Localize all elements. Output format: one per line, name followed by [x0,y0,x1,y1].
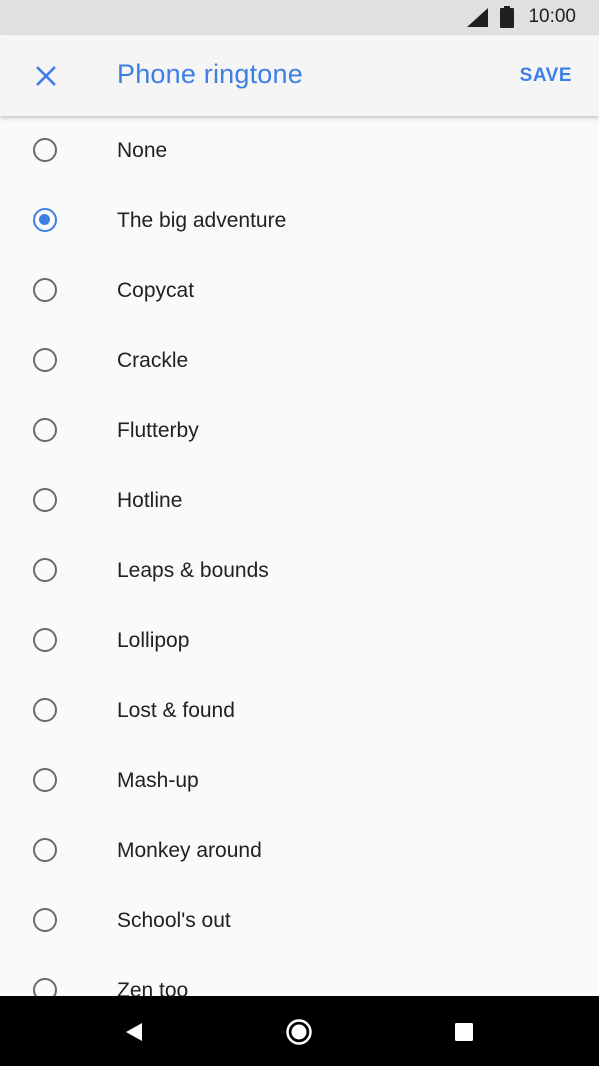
ringtone-label: Lost & found [117,699,235,722]
ringtone-label: Zen too [117,979,189,996]
radio-button[interactable] [33,838,57,862]
back-button[interactable] [112,1010,156,1054]
ringtone-label: Mash-up [117,769,199,792]
signal-icon [467,8,488,27]
battery-icon [500,6,514,28]
radio-button[interactable] [33,138,57,162]
ringtone-label: Flutterby [117,419,199,442]
list-item[interactable]: Hotline [0,467,599,537]
list-item[interactable]: Zen too [0,957,599,996]
recents-button[interactable] [442,1010,486,1054]
back-icon [126,1023,142,1041]
radio-button[interactable] [33,978,57,996]
ringtone-label: The big adventure [117,209,287,232]
home-button[interactable] [277,1010,321,1054]
radio-button[interactable] [33,488,57,512]
list-item[interactable]: Monkey around [0,817,599,887]
list-item[interactable]: The big adventure [0,187,599,257]
recents-icon [455,1023,473,1041]
screen: 10:00 Phone ringtone SAVE None The big ad… [0,0,599,1066]
ringtone-label: Hotline [117,489,183,512]
radio-button[interactable] [33,558,57,582]
nav-bar [0,996,599,1066]
list-item[interactable]: Lollipop [0,607,599,677]
list-item[interactable]: Mash-up [0,747,599,817]
list-item[interactable]: Lost & found [0,677,599,747]
radio-button-checked[interactable] [33,208,57,232]
radio-button[interactable] [33,278,57,302]
status-time: 10:00 [528,6,576,27]
ringtone-label: Crackle [117,349,189,372]
radio-button[interactable] [33,908,57,932]
radio-button[interactable] [33,628,57,652]
status-bar: 10:00 [0,0,599,35]
page-title: Phone ringtone [117,59,303,89]
radio-button[interactable] [33,348,57,372]
ringtone-label: School's out [117,909,231,932]
app-bar: Phone ringtone SAVE [0,35,599,116]
list-item[interactable]: Flutterby [0,397,599,467]
ringtone-label: Leaps & bounds [117,559,269,582]
ringtone-label: Copycat [117,279,195,302]
save-button[interactable]: SAVE [520,65,572,87]
radio-button[interactable] [33,768,57,792]
list-item[interactable]: Copycat [0,257,599,327]
ringtone-list: None The big adventure Copycat Crackle Flutt… [0,117,599,996]
list-item[interactable]: Leaps & bounds [0,537,599,607]
ringtone-label: None [117,139,168,162]
radio-button[interactable] [33,698,57,722]
close-button[interactable] [24,54,68,98]
radio-button[interactable] [33,418,57,442]
close-icon [36,66,56,86]
list-item[interactable]: School's out [0,887,599,957]
home-icon [286,1019,312,1045]
list-item[interactable]: None [0,117,599,187]
list-item[interactable]: Crackle [0,327,599,397]
ringtone-label: Lollipop [117,629,190,652]
ringtone-label: Monkey around [117,839,262,862]
